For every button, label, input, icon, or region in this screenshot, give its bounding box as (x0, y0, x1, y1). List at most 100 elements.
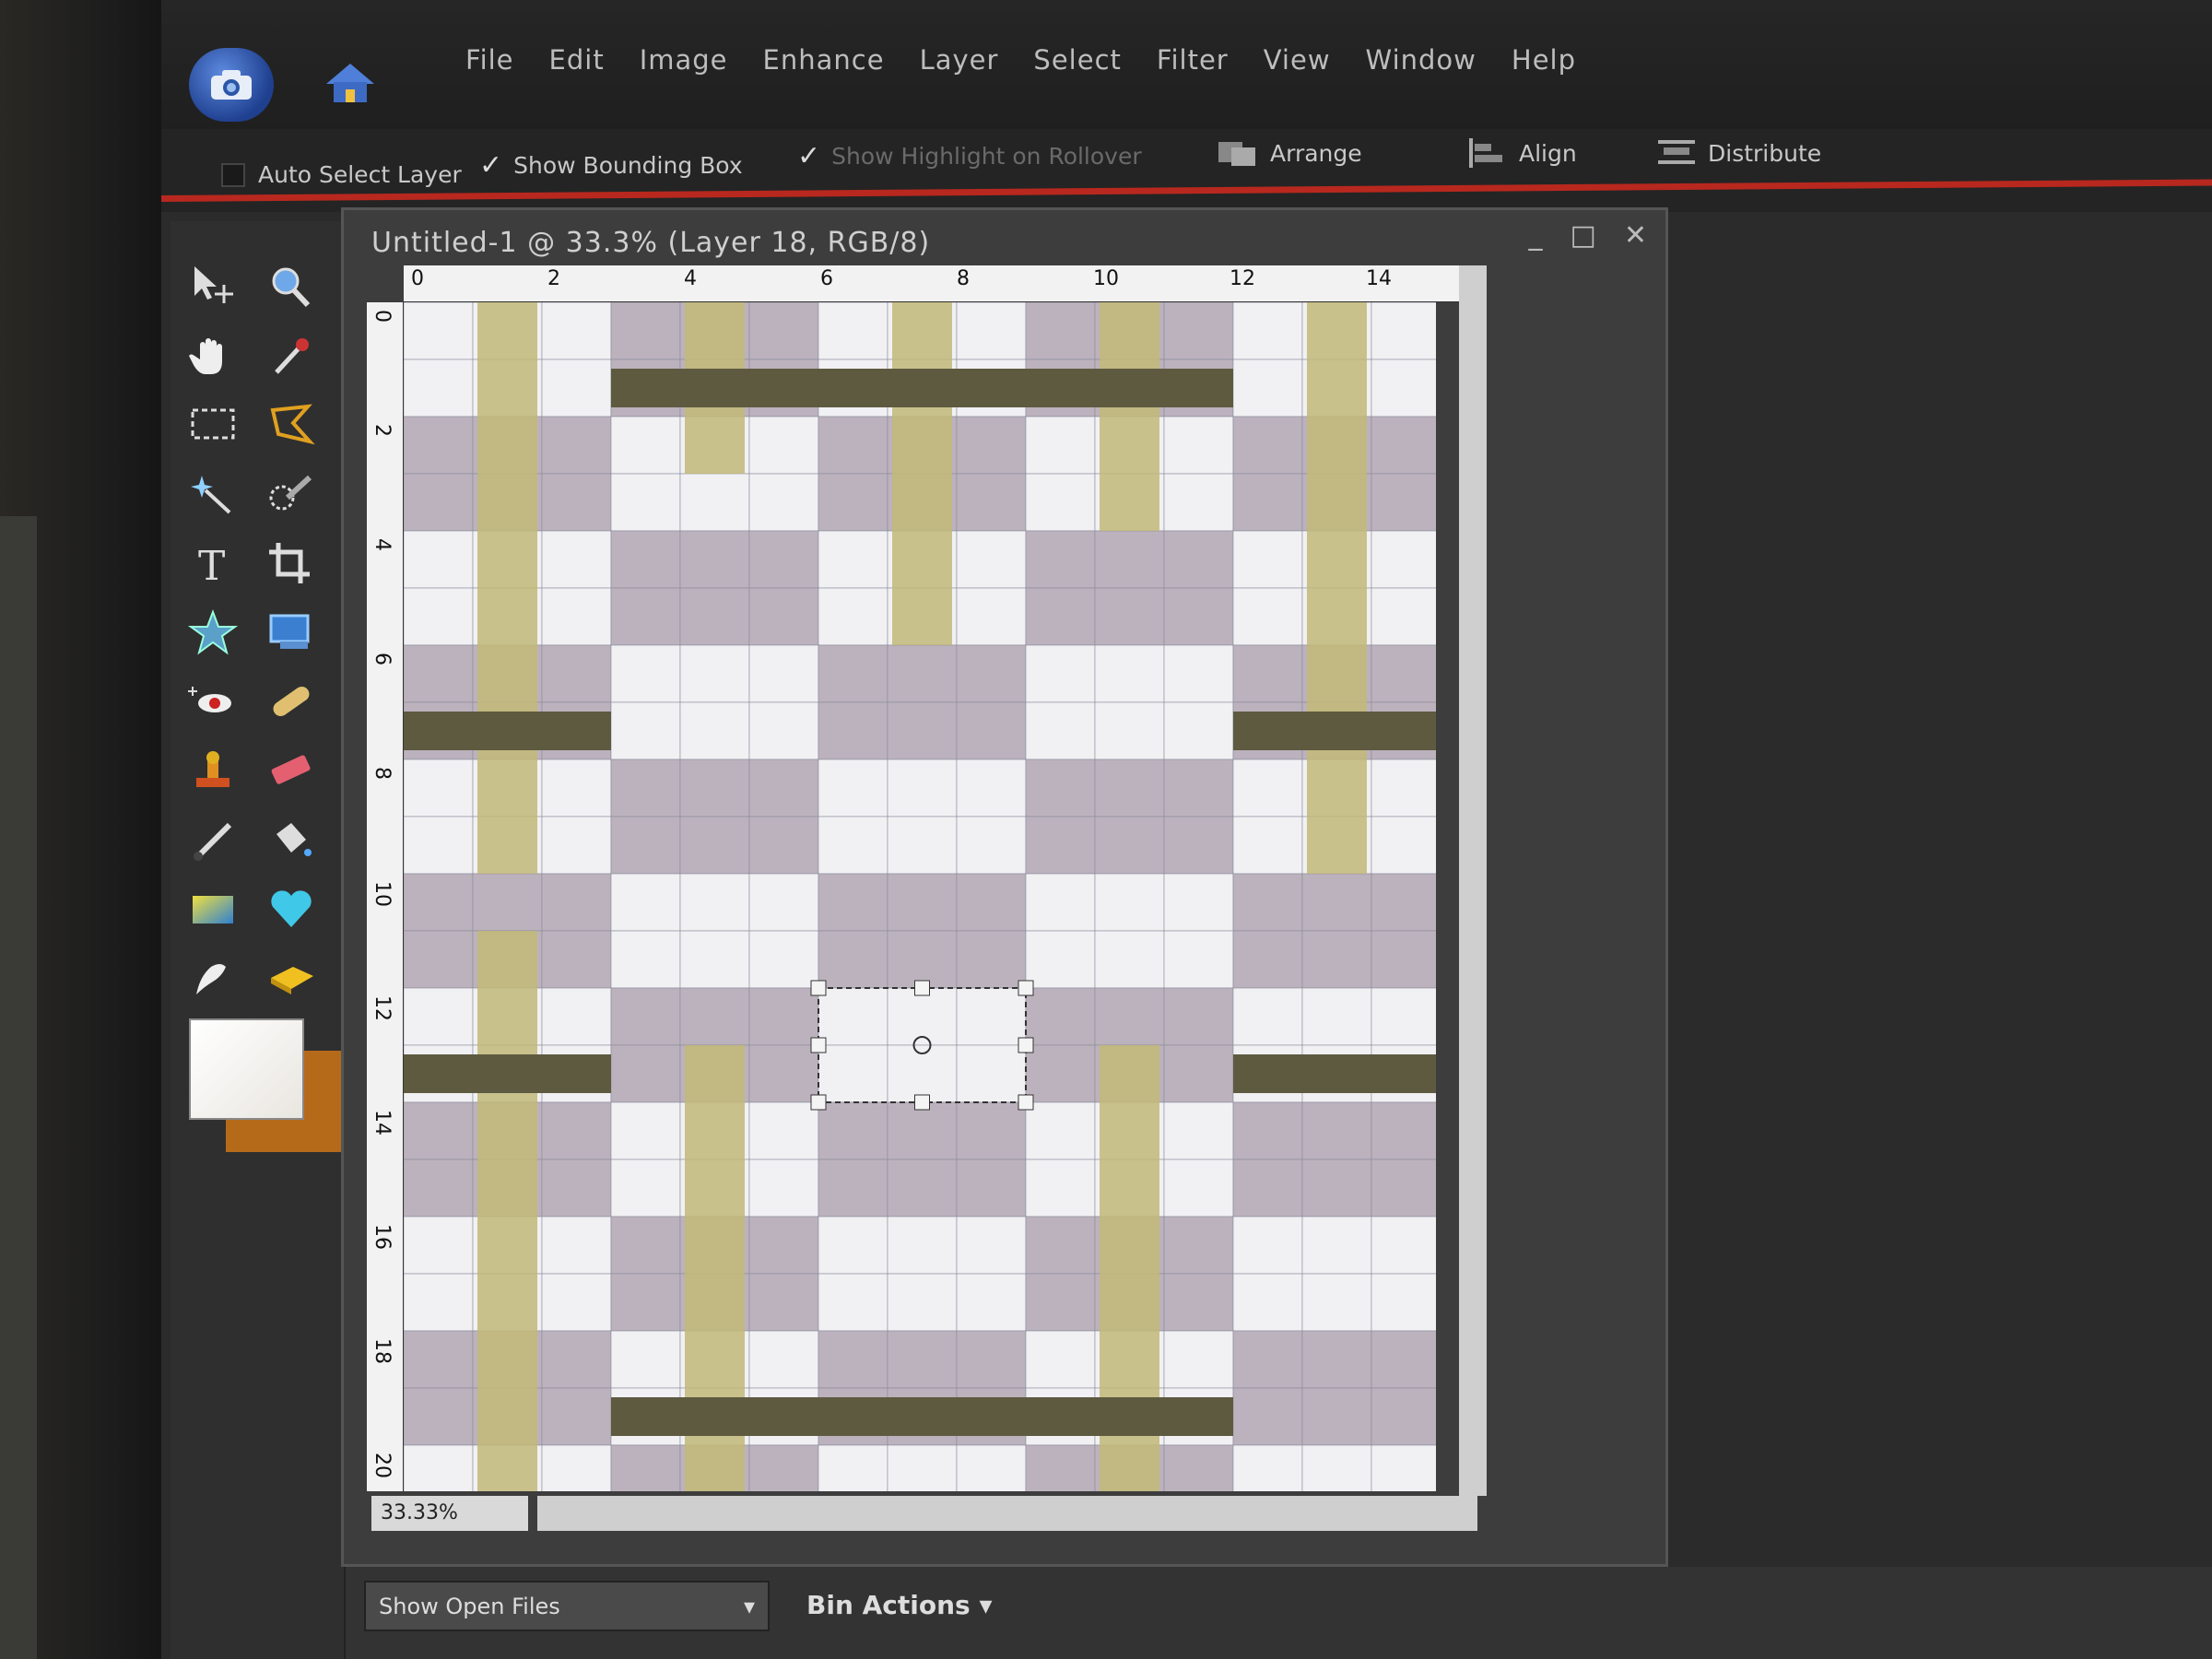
red-eye-tool-icon[interactable] (180, 673, 246, 730)
canvas-tile (1163, 816, 1234, 875)
canvas-tile (748, 1101, 819, 1160)
show-bounding-box-option[interactable]: ✓ Show Bounding Box (479, 149, 743, 182)
canvas-tile (1025, 1044, 1096, 1103)
canvas-tile (1232, 359, 1303, 418)
camera-icon[interactable] (189, 48, 274, 122)
zoom-level-field[interactable]: 33.33% (371, 1496, 528, 1531)
shape-tool-icon[interactable] (180, 604, 246, 661)
horizontal-scrollbar[interactable] (537, 1496, 1477, 1531)
align-label: Align (1519, 139, 1577, 167)
menu-help[interactable]: Help (1512, 44, 1576, 76)
magic-wand-tool-icon[interactable] (180, 465, 246, 523)
paint-bucket-tool-icon[interactable] (258, 811, 324, 868)
canvas-tile (748, 644, 819, 703)
canvas-tile (1232, 759, 1303, 818)
zoom-tool-icon[interactable] (258, 258, 324, 315)
canvas-tile (748, 473, 819, 532)
canvas-tile (1163, 1444, 1234, 1491)
distribute-button[interactable]: Distribute (1654, 136, 1821, 170)
canvas-tile (404, 302, 474, 360)
maximize-icon[interactable]: □ (1571, 219, 1596, 252)
window-controls: _ □ ✕ (1529, 219, 1648, 252)
crop-tool-icon[interactable] (258, 535, 324, 592)
canvas-tile (1094, 873, 1165, 932)
menu-layer[interactable]: Layer (920, 44, 999, 76)
bounding-box-handle[interactable] (914, 1094, 930, 1111)
canvas-tile (1232, 1216, 1303, 1275)
auto-select-layer-option[interactable]: Auto Select Layer (221, 161, 462, 188)
bounding-box-handle[interactable] (914, 980, 930, 996)
canvas-tile (956, 587, 1027, 646)
canvas-tile (541, 1101, 612, 1160)
canvas-tile (887, 644, 958, 703)
bounding-box-handle[interactable] (1018, 1094, 1034, 1111)
canvas-tile (1163, 473, 1234, 532)
menu-enhance[interactable]: Enhance (763, 44, 885, 76)
distribute-icon (1658, 140, 1695, 164)
align-button[interactable]: Align (1465, 136, 1577, 170)
move-tool-icon[interactable] (180, 258, 246, 315)
canvas-stripe (477, 931, 537, 1491)
canvas-tile (679, 701, 750, 760)
menu-view[interactable]: View (1264, 44, 1331, 76)
clone-stamp-tool-icon[interactable] (180, 742, 246, 799)
canvas-tile (748, 1216, 819, 1275)
vertical-scrollbar[interactable] (1459, 265, 1487, 1496)
ruler-tick-label: 20 (371, 1453, 394, 1478)
smudge-tool-icon[interactable] (180, 949, 246, 1006)
bounding-box-handle[interactable] (1018, 980, 1034, 996)
sponge-tool-icon[interactable] (258, 949, 324, 1006)
recompose-tool-icon[interactable] (258, 604, 324, 661)
eraser-tool-icon[interactable] (258, 742, 324, 799)
canvas-tile (1094, 644, 1165, 703)
bin-actions-menu[interactable]: Bin Actions ▾ (806, 1590, 993, 1620)
canvas-band (611, 369, 1233, 407)
menu-image[interactable]: Image (640, 44, 728, 76)
arrange-label: Arrange (1270, 139, 1362, 167)
highlight-label: Show Highlight on Rollover (831, 143, 1142, 170)
auto-select-checkbox[interactable] (221, 162, 245, 187)
canvas-tile (1371, 873, 1436, 932)
menu-filter[interactable]: Filter (1157, 44, 1229, 76)
close-icon[interactable]: ✕ (1624, 219, 1647, 252)
home-icon[interactable] (318, 55, 382, 111)
bounding-box-handle[interactable] (1018, 1037, 1034, 1053)
menu-file[interactable]: File (465, 44, 514, 76)
arrange-button[interactable]: Arrange (1217, 136, 1362, 170)
bounding-box-handle[interactable] (810, 980, 827, 996)
canvas-tile (679, 587, 750, 646)
canvas-tile (887, 873, 958, 932)
menu-edit[interactable]: Edit (549, 44, 605, 76)
canvas-tile (610, 416, 681, 475)
quick-selection-tool-icon[interactable] (258, 465, 324, 523)
gradient-tool-icon[interactable] (180, 880, 246, 937)
minimize-icon[interactable]: _ (1529, 219, 1543, 252)
canvas[interactable] (404, 302, 1436, 1491)
show-highlight-option[interactable]: ✓ Show Highlight on Rollover (797, 140, 1142, 172)
canvas-tile (1094, 759, 1165, 818)
ruler-tick-label: 4 (684, 267, 697, 290)
bounding-box-handle[interactable] (810, 1094, 827, 1111)
menu-select[interactable]: Select (1033, 44, 1121, 76)
canvas-tile (1371, 302, 1436, 360)
hand-tool-icon[interactable] (180, 327, 246, 384)
canvas-tile (1371, 1273, 1436, 1332)
custom-shape-heart-icon[interactable] (258, 880, 324, 937)
canvas-tile (1163, 1159, 1234, 1218)
foreground-color-swatch[interactable] (189, 1018, 304, 1120)
ruler-tick-label: 14 (371, 1110, 394, 1135)
lasso-tool-icon[interactable] (258, 396, 324, 453)
marquee-tool-icon[interactable] (180, 396, 246, 453)
bounding-box-handle[interactable] (810, 1037, 827, 1053)
canvas-tile (541, 987, 612, 1046)
canvas-tile (1025, 416, 1096, 475)
healing-brush-tool-icon[interactable] (258, 673, 324, 730)
ruler-tick-label: 6 (371, 653, 394, 665)
menu-window[interactable]: Window (1366, 44, 1477, 76)
brush-tool-icon[interactable] (180, 811, 246, 868)
canvas-tile (610, 302, 681, 360)
type-tool-icon[interactable]: T (180, 535, 246, 592)
eyedropper-tool-icon[interactable] (258, 327, 324, 384)
canvas-tile (679, 644, 750, 703)
show-open-files-dropdown[interactable]: Show Open Files ▾ (364, 1581, 770, 1631)
